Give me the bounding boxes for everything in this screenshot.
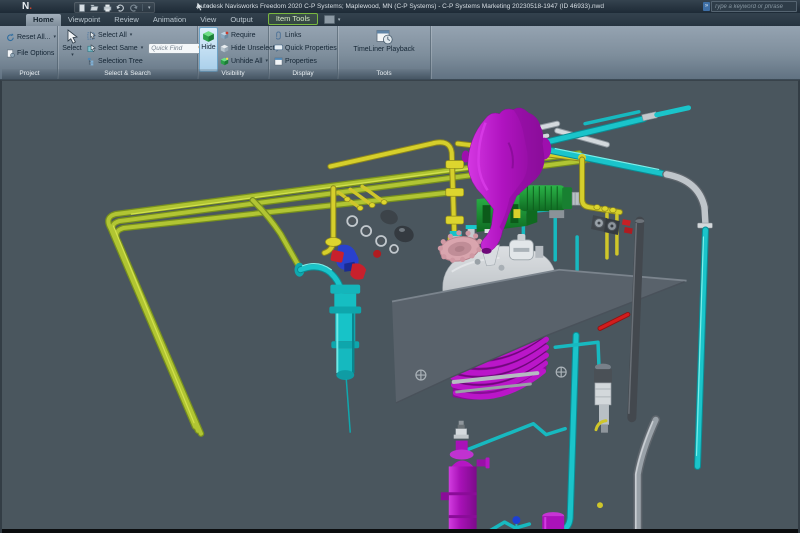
quick-properties-icon <box>274 44 283 52</box>
tab-review[interactable]: Review <box>107 14 146 26</box>
open-folder-icon[interactable] <box>90 4 99 12</box>
navisworks-window: N. ▾ ▾ Autodesk Navisworks Freedom 2020 … <box>0 0 800 533</box>
ribbon-options-caret-icon: ▾ <box>337 16 341 23</box>
app-logo-icon[interactable]: N. <box>22 0 32 13</box>
window-title: Autodesk Navisworks Freedom 2020 C-P Sys… <box>196 3 604 10</box>
reset-all-caret-icon: ▾ <box>53 34 56 40</box>
qat-separator <box>142 4 143 11</box>
group-select-search: Select ▾ Select All▾ Select Same▾ Select… <box>58 26 209 79</box>
viewport-3d-canvas[interactable] <box>0 80 800 533</box>
tab-view[interactable]: View <box>193 14 223 26</box>
ribbon-display-options[interactable]: ▾ <box>323 15 341 24</box>
select-all-icon <box>87 30 96 39</box>
keyword-search <box>711 1 797 12</box>
timeliner-playback-button[interactable]: TimeLiner Playback <box>338 27 430 70</box>
select-all-button[interactable]: Select All ▾ <box>85 29 134 41</box>
require-button[interactable]: Require <box>218 29 258 41</box>
ribbon-tab-bar: Home Viewpoint Review Animation View Out… <box>0 13 800 26</box>
file-options-icon <box>7 49 15 58</box>
tab-item-tools[interactable]: Item Tools <box>267 13 318 25</box>
select-caret-icon: ▾ <box>71 52 74 58</box>
search-area: » <box>703 1 797 12</box>
viewport-bottom-edge <box>2 529 798 533</box>
qat-menu-caret-icon[interactable]: ▾ <box>148 5 151 11</box>
tab-output[interactable]: Output <box>223 14 260 26</box>
unhide-all-button[interactable]: Unhide All ▾ <box>218 55 270 67</box>
hide-unselected-icon <box>220 44 229 52</box>
group-label-display: Display <box>269 69 337 79</box>
tab-viewpoint[interactable]: Viewpoint <box>61 14 107 26</box>
require-cube-icon <box>220 31 229 39</box>
redo-icon[interactable] <box>129 4 138 12</box>
hide-cube-icon <box>203 31 214 42</box>
quick-find-input[interactable] <box>149 44 199 52</box>
undo-icon[interactable] <box>116 4 125 12</box>
select-same-icon <box>87 43 96 52</box>
reset-icon <box>7 32 14 41</box>
group-display: Links Quick Properties Properties Displa… <box>269 26 338 79</box>
select-all-caret-icon: ▾ <box>129 32 133 38</box>
group-project: Reset All... ▾ File Options Project <box>2 26 58 79</box>
select-same-caret-icon: ▾ <box>140 45 144 51</box>
hide-button[interactable]: Hide <box>199 27 218 72</box>
quick-properties-button[interactable]: Quick Properties <box>272 42 339 54</box>
group-visibility: Hide Require Hide Unselected Unhide All ▾… <box>198 26 282 79</box>
select-button[interactable]: Select ▾ <box>60 27 84 70</box>
properties-icon <box>274 57 283 65</box>
selection-tree-button[interactable]: Selection Tree <box>85 55 145 67</box>
new-document-icon[interactable] <box>78 3 86 12</box>
links-paperclip-icon <box>275 30 281 40</box>
keyword-search-input[interactable] <box>712 2 796 11</box>
file-options-button[interactable]: File Options <box>4 47 56 59</box>
tab-home[interactable]: Home <box>26 14 61 26</box>
group-label-select-search: Select & Search <box>58 69 197 79</box>
tab-animation[interactable]: Animation <box>146 14 193 26</box>
select-cursor-icon <box>67 29 78 44</box>
group-label-project: Project <box>2 69 57 79</box>
select-same-button[interactable]: Select Same ▾ <box>85 42 210 54</box>
search-go-icon[interactable]: » <box>703 2 710 11</box>
reset-all-button[interactable]: Reset All... ▾ <box>4 31 58 43</box>
timeliner-clock-icon <box>376 30 393 45</box>
print-icon[interactable] <box>103 4 112 12</box>
properties-button[interactable]: Properties <box>272 55 319 67</box>
quick-access-toolbar: ▾ <box>74 2 155 13</box>
group-label-visibility: Visibility <box>198 69 268 79</box>
selection-tree-icon <box>87 57 94 65</box>
unhide-all-icon <box>220 57 229 65</box>
scene-3d[interactable] <box>2 81 798 533</box>
group-label-tools: Tools <box>338 69 430 79</box>
ribbon-state-icon <box>323 15 335 24</box>
links-button[interactable]: Links <box>272 29 303 41</box>
ribbon: Reset All... ▾ File Options Project Selec… <box>0 26 800 80</box>
unhide-all-caret-icon: ▾ <box>265 58 269 64</box>
title-bar: N. ▾ ▾ Autodesk Navisworks Freedom 2020 … <box>0 0 800 13</box>
group-tools: TimeLiner Playback Tools <box>338 26 431 79</box>
